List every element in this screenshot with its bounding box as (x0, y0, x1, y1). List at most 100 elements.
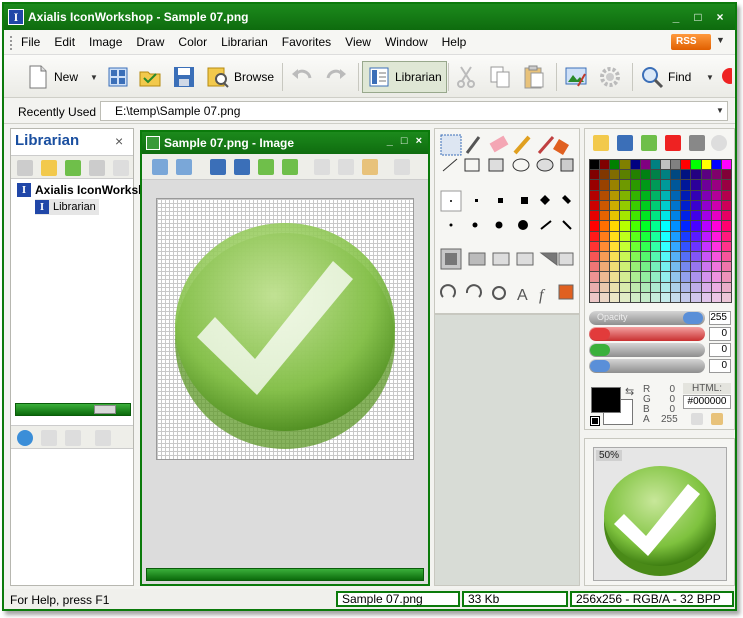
palette-swatch[interactable] (711, 180, 721, 190)
doc-maximize-button[interactable]: □ (401, 135, 408, 147)
paste-button[interactable] (522, 61, 546, 93)
palette-swatch[interactable] (650, 180, 660, 190)
palette-swatch[interactable] (650, 211, 660, 221)
palette-swatch[interactable] (691, 200, 701, 211)
palette-swatch[interactable] (661, 180, 671, 190)
palette-swatch[interactable] (650, 170, 660, 180)
minimize-button[interactable]: _ (669, 10, 683, 24)
palette-swatch[interactable] (650, 221, 660, 231)
palette-swatch[interactable] (610, 180, 620, 190)
palette-swatch[interactable] (600, 272, 610, 282)
palette-swatch[interactable] (640, 282, 650, 292)
rss-dropdown-icon[interactable]: ▼ (716, 35, 725, 45)
paste-icon[interactable] (711, 413, 723, 425)
palette-swatch[interactable] (691, 190, 701, 200)
delete-color-icon[interactable] (665, 135, 681, 151)
palette-swatch[interactable] (600, 221, 610, 231)
add-icon[interactable] (258, 159, 274, 175)
palette-swatch[interactable] (691, 221, 701, 231)
palette-swatch[interactable] (681, 180, 691, 190)
menu-window[interactable]: Window (385, 35, 428, 49)
palette-swatch[interactable] (721, 160, 731, 170)
palette-swatch[interactable] (691, 292, 701, 302)
palette-swatch[interactable] (671, 190, 681, 200)
browse-button[interactable]: Browse (206, 61, 274, 93)
palette-swatch[interactable] (650, 292, 660, 302)
copy-icon[interactable] (41, 430, 57, 446)
slider-knob[interactable] (683, 312, 703, 324)
export-icon[interactable] (282, 159, 298, 175)
librarian-close-button[interactable]: × (115, 133, 123, 149)
tree-item-librarian[interactable]: I Librarian (35, 199, 99, 215)
palette-swatch[interactable] (640, 160, 650, 170)
palette-swatch[interactable] (681, 282, 691, 292)
palette-swatch[interactable] (640, 180, 650, 190)
folder-up-icon[interactable] (17, 160, 33, 176)
palette-swatch[interactable] (691, 211, 701, 221)
palette-swatch[interactable] (671, 160, 681, 170)
palette-swatch[interactable] (610, 221, 620, 231)
palette-swatch[interactable] (590, 251, 600, 262)
find-button[interactable]: Find (640, 61, 691, 93)
palette-swatch[interactable] (721, 221, 731, 231)
image-properties-button[interactable] (564, 61, 588, 93)
image-canvas[interactable] (156, 198, 414, 460)
move-item-icon[interactable] (89, 160, 105, 176)
palette-swatch[interactable] (711, 200, 721, 211)
foreground-color-swatch[interactable] (591, 387, 621, 413)
title-bar[interactable]: I Axialis IconWorkshop - Sample 07.png _… (4, 4, 735, 30)
palette-swatch[interactable] (661, 160, 671, 170)
new-dropdown-button[interactable]: ▼ (90, 61, 98, 93)
palette-swatch[interactable] (600, 170, 610, 180)
palette-swatch[interactable] (701, 251, 711, 262)
new-image-icon[interactable] (152, 159, 168, 175)
palette-swatch[interactable] (590, 272, 600, 282)
palette-swatch[interactable] (711, 190, 721, 200)
opacity-slider[interactable]: Opacity (589, 311, 705, 325)
save-button[interactable] (172, 61, 196, 93)
palette-swatch[interactable] (681, 221, 691, 231)
palette-swatch[interactable] (711, 251, 721, 262)
palette-swatch[interactable] (650, 272, 660, 282)
green-value[interactable]: 0 (709, 343, 731, 357)
palette-swatch[interactable] (620, 241, 630, 251)
chevron-down-icon[interactable]: ▼ (716, 106, 724, 115)
maximize-button[interactable]: □ (691, 10, 705, 24)
palette-swatch[interactable] (671, 200, 681, 211)
scrollbar-thumb[interactable] (94, 405, 116, 414)
palette-swatch[interactable] (661, 200, 671, 211)
palette-swatch[interactable] (691, 241, 701, 251)
undo-icon[interactable] (394, 159, 410, 175)
menu-grip[interactable] (10, 36, 13, 50)
menu-draw[interactable]: Draw (136, 35, 164, 49)
palette-swatch[interactable] (600, 180, 610, 190)
palette-swatch[interactable] (640, 190, 650, 200)
palette-swatch[interactable] (721, 262, 731, 272)
palette-swatch[interactable] (610, 272, 620, 282)
palette-swatch[interactable] (661, 272, 671, 282)
rss-button[interactable]: RSS (671, 34, 711, 50)
palette-swatch[interactable] (691, 170, 701, 180)
palette-swatch[interactable] (610, 251, 620, 262)
palette-swatch[interactable] (721, 211, 731, 221)
palette-swatch[interactable] (721, 241, 731, 251)
menu-librarian[interactable]: Librarian (221, 35, 268, 49)
palette-swatch[interactable] (620, 272, 630, 282)
new-button[interactable]: New (26, 61, 78, 93)
palette-swatch[interactable] (701, 160, 711, 170)
palette-swatch[interactable] (630, 211, 640, 221)
palette-swatch[interactable] (671, 241, 681, 251)
palette-swatch[interactable] (610, 211, 620, 221)
palette-swatch[interactable] (671, 251, 681, 262)
palette-swatch[interactable] (681, 272, 691, 282)
palette-swatch[interactable] (620, 251, 630, 262)
palette-swatch[interactable] (681, 211, 691, 221)
palette-swatch[interactable] (640, 292, 650, 302)
palette-swatch[interactable] (630, 190, 640, 200)
palette-swatch[interactable] (681, 190, 691, 200)
palette-swatch[interactable] (681, 231, 691, 241)
palette-swatch[interactable] (671, 282, 681, 292)
palette-swatch[interactable] (610, 200, 620, 211)
copy-button[interactable] (488, 61, 512, 93)
palette-swatch[interactable] (721, 200, 731, 211)
